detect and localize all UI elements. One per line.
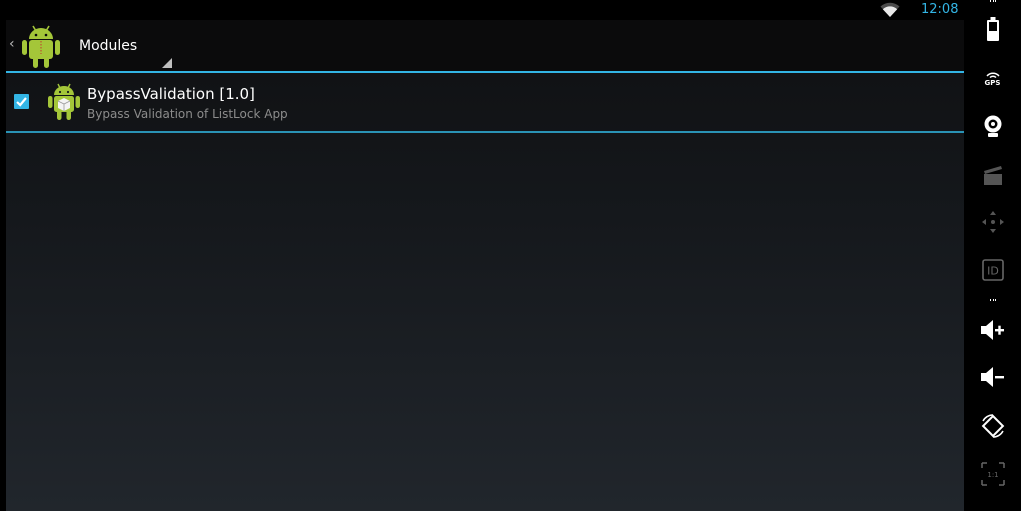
- rotate-icon: [981, 414, 1004, 438]
- webcam-icon: [984, 115, 1001, 137]
- id-button[interactable]: ID: [964, 257, 1021, 283]
- module-enabled-checkbox[interactable]: [14, 94, 29, 109]
- volume-down-button[interactable]: [964, 364, 1021, 390]
- list-divider: [6, 131, 964, 133]
- media-button[interactable]: [964, 161, 1021, 187]
- module-name: BypassValidation [1.0]: [87, 85, 255, 103]
- move-button[interactable]: [964, 209, 1021, 235]
- webcam-button[interactable]: [964, 112, 1021, 140]
- gps-label: GPS: [984, 79, 1001, 87]
- svg-text:1:1: 1:1: [987, 471, 998, 479]
- page-title[interactable]: Modules: [79, 37, 137, 55]
- action-bar: ‹ Modules: [6, 20, 964, 73]
- rotate-button[interactable]: [964, 412, 1021, 440]
- list-item[interactable]: BypassValidation [1.0] Bypass Validation…: [6, 73, 964, 131]
- move-icon: [981, 211, 1004, 233]
- module-android-icon: [48, 83, 80, 120]
- toolbar-grip-top: [990, 0, 996, 2]
- dropdown-indicator-icon[interactable]: [162, 58, 172, 68]
- scale-button[interactable]: 1:1: [964, 461, 1021, 487]
- volume-up-button[interactable]: [964, 317, 1021, 343]
- battery-button[interactable]: [964, 16, 1021, 42]
- app-window: ‹ Modules BypassValidation [1.0] Bypass …: [6, 20, 964, 511]
- emulator-toolbar: GPS ID 1:1: [964, 0, 1021, 511]
- status-bar: 12:08: [0, 0, 964, 20]
- back-chevron-icon[interactable]: ‹: [9, 34, 15, 54]
- status-clock: 12:08: [921, 2, 959, 17]
- wifi-icon: [880, 2, 900, 17]
- scale-icon: 1:1: [980, 462, 1005, 486]
- media-icon: [983, 166, 1002, 185]
- battery-icon: [986, 17, 999, 41]
- svg-text:ID: ID: [987, 265, 999, 278]
- checkmark-icon: [16, 97, 27, 107]
- id-icon: ID: [981, 259, 1004, 281]
- volume-up-icon: [980, 320, 1004, 340]
- toolbar-grip-middle: [990, 299, 996, 301]
- android-app-icon[interactable]: [19, 22, 63, 70]
- gps-button[interactable]: GPS: [964, 65, 1021, 91]
- gps-icon: [985, 72, 1000, 79]
- volume-down-icon: [980, 367, 1004, 387]
- module-description: Bypass Validation of ListLock App: [87, 107, 288, 121]
